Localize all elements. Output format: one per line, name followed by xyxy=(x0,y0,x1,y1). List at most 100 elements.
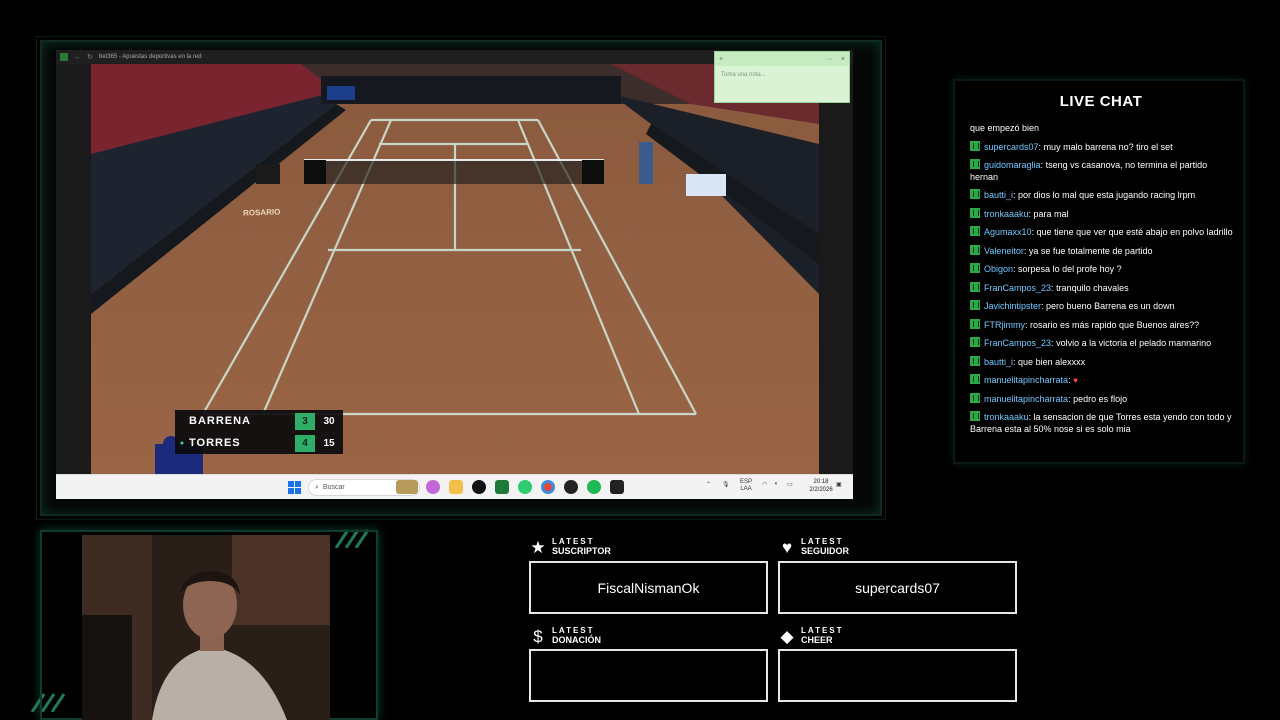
scoreboard-row-torres: ● TORRES 4 15 xyxy=(175,432,343,454)
back-arrow-icon[interactable]: ← xyxy=(74,54,81,61)
language-code: ESP xyxy=(740,479,753,485)
chat-username[interactable]: Javichintipster xyxy=(984,301,1041,311)
kick-badge-icon xyxy=(970,189,980,199)
latest-cheer-box xyxy=(778,649,1017,702)
language-indicator[interactable]: ESP LAA xyxy=(740,479,752,493)
keyboard-layout: LAA xyxy=(740,486,752,492)
sticky-note[interactable]: + ··· × Toma una nota... xyxy=(714,51,850,103)
kick-badge-icon xyxy=(970,392,980,403)
chat-message-list: que empezó bien supercards07: muy malo ba… xyxy=(970,123,1235,453)
windows-taskbar: ⌕ Buscar ⌃ 🎙 ESP LAA ◠ ◖ ▭ 20:18 2/2/202… xyxy=(56,474,853,499)
note-menu-button[interactable]: ··· xyxy=(826,56,833,63)
bet365-app-icon[interactable] xyxy=(495,480,509,494)
chat-text: que tiene que ver que esté abajo en polv… xyxy=(1036,227,1233,237)
chat-text: pedro es flojo xyxy=(1073,393,1128,404)
reload-icon[interactable]: ↻ xyxy=(87,53,93,61)
chat-text: que empezó bien xyxy=(970,123,1040,133)
kick-badge-icon xyxy=(970,281,980,292)
sticky-note-toolbar: + ··· × xyxy=(715,52,849,66)
latest-subscriber-label: ★ LATEST SUSCRIPTOR xyxy=(530,537,611,557)
microphone-icon[interactable]: 🎙 xyxy=(722,481,730,488)
chrome-icon[interactable] xyxy=(541,480,555,494)
taskbar-clock[interactable]: 20:18 2/2/2026 xyxy=(802,478,840,494)
chat-username[interactable]: bautti_i xyxy=(984,190,1013,200)
latest-cheer-label: ◆ LATEST CHEER xyxy=(778,627,844,646)
search-placeholder: Buscar xyxy=(322,484,345,491)
chat-username[interactable]: manuelitapincharrata xyxy=(984,394,1068,404)
kick-badge-icon xyxy=(970,244,980,255)
volume-icon[interactable]: ◖ xyxy=(774,481,778,487)
chat-username[interactable]: Obigon xyxy=(984,264,1013,274)
chat-message: FTRjimmy: rosario es más rapido que Buen… xyxy=(970,318,1235,332)
chat-text: rosario es más rapido que Buenos aires?? xyxy=(1030,319,1200,330)
latest-follower-label: ♥ LATEST SEGUIDOR xyxy=(778,537,849,557)
chat-username[interactable]: guidomaraglia xyxy=(984,160,1041,170)
latest-donation-box xyxy=(529,649,768,702)
chat-username[interactable]: Valeneitor xyxy=(984,246,1024,256)
chat-message: manuelitapincharrata: ♥ xyxy=(970,374,1235,387)
chat-message: Obigon: sorpesa lo del profe hoy ? xyxy=(970,263,1235,276)
kick-badge-icon xyxy=(970,355,980,366)
chat-text: sorpesa lo del profe hoy ? xyxy=(1018,264,1122,274)
chat-message: tronkaaaku: para mal xyxy=(970,207,1235,221)
webcam-feed xyxy=(82,535,330,720)
kick-badge-icon xyxy=(970,140,980,151)
tray-chevron-icon[interactable]: ⌃ xyxy=(706,481,711,488)
chat-username[interactable]: FranCampos_23 xyxy=(984,338,1051,348)
chat-username[interactable]: bautti_i xyxy=(984,357,1013,367)
chat-text: ya se fue totalmente de partido xyxy=(1028,245,1153,256)
windows-start-icon[interactable] xyxy=(288,481,301,494)
note-input[interactable]: Toma una nota... xyxy=(715,66,849,84)
chat-username[interactable]: FTRjimmy xyxy=(984,320,1025,330)
chat-text: volvio a la victoria el pelado mannarino xyxy=(1056,338,1212,348)
chat-message: tronkaaaku: la sensacion de que Torres e… xyxy=(970,411,1235,435)
close-note-button[interactable]: × xyxy=(841,56,845,63)
chat-username[interactable]: Agumaxx10 xyxy=(984,227,1032,237)
add-note-button[interactable]: + xyxy=(715,56,723,63)
player-games: 3 xyxy=(295,412,315,430)
whatsapp-icon[interactable] xyxy=(518,480,532,494)
stream-app-icon[interactable] xyxy=(610,480,624,494)
clock-time: 20:18 xyxy=(813,479,829,485)
chat-username[interactable]: supercards07 xyxy=(984,142,1039,152)
chat-username[interactable]: manuelitapincharrata xyxy=(984,375,1068,385)
chat-username[interactable]: tronkaaaku xyxy=(984,412,1029,422)
browser-window: ← ↻ bet365 - Apuestas deportivas en la r… xyxy=(56,50,853,499)
chat-message: bautti_i: por dios lo mal que esta jugan… xyxy=(970,189,1235,202)
chat-text: por dios lo mal que esta jugando racing … xyxy=(1018,190,1196,200)
chat-username[interactable]: tronkaaaku xyxy=(984,209,1029,219)
chat-message: Valeneitor: ya se fue totalmente de part… xyxy=(970,244,1235,258)
player-name: TORRES xyxy=(189,437,241,449)
chat-message: que empezó bien xyxy=(970,123,1235,135)
notification-icon[interactable]: ▣ xyxy=(836,481,842,488)
chat-message: guidomaraglia: tseng vs casanova, no ter… xyxy=(970,159,1235,183)
battery-icon[interactable]: ▭ xyxy=(787,481,793,488)
chat-text: que bien alexxxx xyxy=(1018,356,1086,367)
obs-icon[interactable] xyxy=(564,480,578,494)
player-games: 4 xyxy=(295,434,315,452)
tiktok-icon[interactable] xyxy=(472,480,486,494)
wifi-icon[interactable]: ◠ xyxy=(762,481,767,488)
live-chat-panel: LIVE CHAT que empezó bien supercards07: m… xyxy=(953,79,1245,464)
kick-badge-icon xyxy=(970,207,980,218)
heart-icon: ♥ xyxy=(781,537,793,557)
left-gutter xyxy=(56,64,91,474)
kick-badge-icon xyxy=(970,374,980,384)
chat-message: FranCampos_23: volvio a la victoria el p… xyxy=(970,337,1235,350)
right-gutter xyxy=(819,64,853,474)
dollar-icon: $ xyxy=(533,626,543,646)
latest-donation-label: $ LATEST DONACIÓN xyxy=(529,626,601,646)
copilot-icon[interactable] xyxy=(426,480,440,494)
chat-text: pero bueno Barrena es un down xyxy=(1046,301,1175,311)
bet365-favicon-icon xyxy=(60,53,68,61)
search-icon: ⌕ xyxy=(315,483,319,491)
player-points: 15 xyxy=(323,437,335,449)
widget-icon[interactable] xyxy=(396,480,418,494)
kick-badge-icon xyxy=(970,159,980,169)
spotify-icon[interactable] xyxy=(587,480,601,494)
serve-indicator-icon: ● xyxy=(179,439,185,447)
file-explorer-icon[interactable] xyxy=(449,480,463,494)
chat-username[interactable]: FranCampos_23 xyxy=(984,283,1051,293)
venue-logo: ROSARIO xyxy=(242,207,281,218)
tennis-video[interactable]: ROSARIO BARRENA 3 30 ● TORRES 4 15 xyxy=(91,64,819,474)
